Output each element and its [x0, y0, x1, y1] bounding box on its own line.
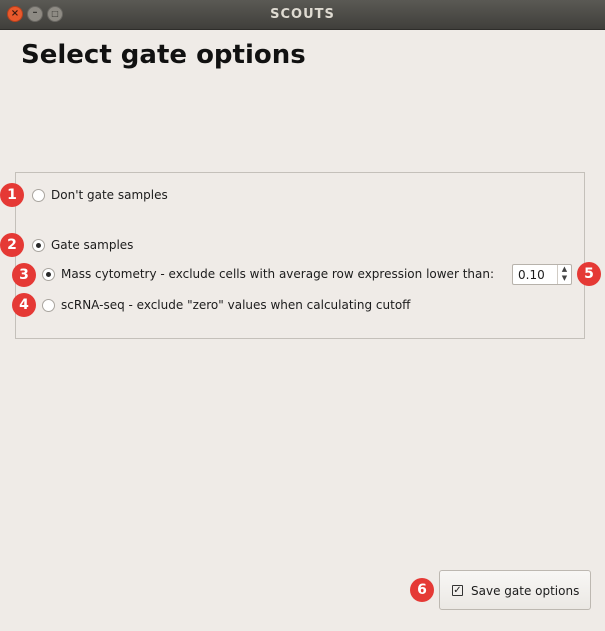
page-title: Select gate options	[21, 40, 306, 70]
scrna-seq-label[interactable]: scRNA-seq - exclude "zero" values when c…	[61, 298, 410, 312]
window-titlebar: × – □ SCOUTS	[0, 0, 605, 30]
cutoff-input[interactable]	[513, 265, 557, 284]
dont-gate-radio[interactable]	[32, 189, 45, 202]
chevron-up-icon[interactable]: ▲	[558, 265, 571, 274]
cutoff-stepper[interactable]: ▲ ▼	[557, 265, 571, 284]
badge-4: 4	[12, 293, 36, 317]
badge-1: 1	[0, 183, 24, 207]
badge-2: 2	[0, 233, 24, 257]
checkbox-icon: ✓	[452, 585, 463, 596]
window-title: SCOUTS	[270, 7, 335, 22]
save-button-label: Save gate options	[471, 584, 580, 598]
save-gate-options-button[interactable]: ✓ Save gate options	[439, 570, 591, 610]
mass-cytometry-radio[interactable]	[42, 268, 55, 281]
badge-6: 6	[410, 578, 434, 602]
dont-gate-label[interactable]: Don't gate samples	[51, 188, 168, 202]
chevron-down-icon[interactable]: ▼	[558, 274, 571, 283]
badge-3: 3	[12, 263, 36, 287]
cutoff-spinbox[interactable]: ▲ ▼	[512, 264, 572, 285]
badge-5: 5	[577, 262, 601, 286]
gate-samples-radio[interactable]	[32, 239, 45, 252]
mass-cytometry-label[interactable]: Mass cytometry - exclude cells with aver…	[61, 267, 494, 281]
scrna-seq-radio[interactable]	[42, 299, 55, 312]
gate-samples-label[interactable]: Gate samples	[51, 238, 133, 252]
